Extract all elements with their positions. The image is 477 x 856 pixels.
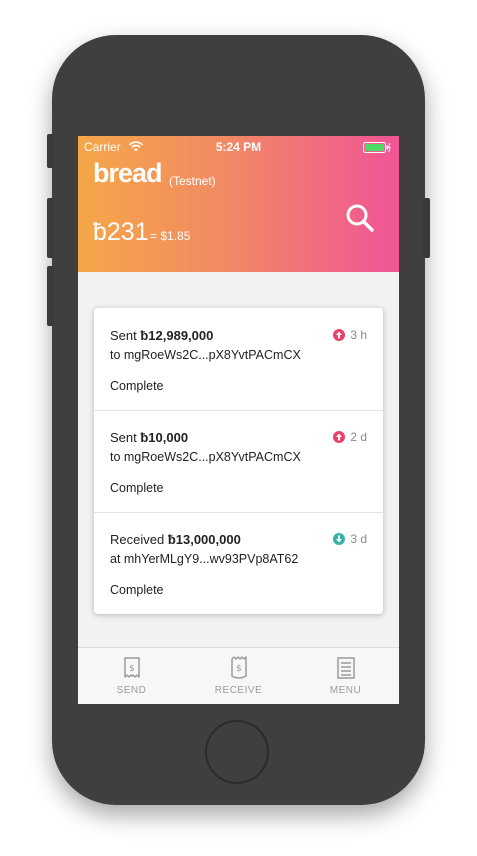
fiat-balance: = $1.85 [150, 229, 191, 243]
transaction-row[interactable]: Received ƀ13,000,000 at mhYerMLgY9...wv9… [94, 512, 383, 614]
volume-up-button [47, 198, 54, 258]
send-icon: $ [124, 657, 140, 678]
transaction-amount: ƀ12,989,000 [140, 328, 214, 343]
transaction-amount: ƀ13,000,000 [167, 532, 241, 547]
search-icon[interactable] [344, 202, 376, 234]
svg-text:$: $ [236, 664, 242, 674]
transaction-address: to mgRoeWs2C...pX8YvtPACmCX [110, 348, 301, 362]
transaction-title: Sent ƀ12,989,000 [110, 328, 214, 343]
menu-icon [337, 657, 355, 679]
battery-icon [363, 142, 391, 153]
tab-menu[interactable]: MENU [292, 648, 399, 704]
sent-arrow-icon [333, 431, 346, 443]
receive-icon: $ [231, 656, 247, 679]
transaction-title: Received ƀ13,000,000 [110, 532, 241, 547]
bread-logo: bread [93, 158, 163, 188]
mute-switch [47, 134, 54, 168]
home-button[interactable] [205, 720, 269, 784]
transaction-title: Sent ƀ10,000 [110, 430, 189, 445]
received-arrow-icon [333, 533, 346, 545]
transaction-status: Complete [110, 583, 164, 597]
transaction-address: to mgRoeWs2C...pX8YvtPACmCX [110, 450, 301, 464]
tab-menu-label: MENU [329, 685, 362, 696]
app-screen: Carrier 5:24 PM bread (Testnet) ƀ231 = $… [78, 136, 399, 704]
tab-bar: $ SEND $ RECEIVE MENU [78, 647, 399, 704]
header: Carrier 5:24 PM bread (Testnet) ƀ231 = $… [78, 136, 399, 272]
tab-receive-label: RECEIVE [214, 685, 263, 696]
transaction-row[interactable]: Sent ƀ10,000 to mgRoeWs2C...pX8YvtPACmCX… [94, 410, 383, 513]
transaction-row[interactable]: Sent ƀ12,989,000 to mgRoeWs2C...pX8YvtPA… [94, 308, 383, 411]
clock: 5:24 PM [215, 140, 262, 154]
power-button [423, 198, 430, 258]
transaction-age: 2 d [333, 430, 367, 444]
transaction-status: Complete [110, 481, 164, 495]
balance-amount: ƀ231 [93, 218, 149, 246]
tab-send-label: SEND [116, 685, 147, 696]
transaction-address: at mhYerMLgY9...wv93PVp8AT62 [110, 552, 299, 566]
svg-text:$: $ [129, 664, 135, 674]
tab-send[interactable]: $ SEND [78, 648, 185, 704]
sent-arrow-icon [333, 329, 346, 341]
transaction-amount: ƀ10,000 [140, 430, 189, 445]
transaction-age: 3 d [333, 532, 367, 546]
status-bar: Carrier 5:24 PM [78, 140, 399, 156]
tab-receive[interactable]: $ RECEIVE [185, 648, 292, 704]
transaction-list: Sent ƀ12,989,000 to mgRoeWs2C...pX8YvtPA… [94, 308, 383, 614]
transaction-status: Complete [110, 379, 164, 393]
transaction-age: 3 h [333, 328, 367, 342]
network-label: (Testnet) [169, 174, 216, 188]
volume-down-button [47, 266, 54, 326]
